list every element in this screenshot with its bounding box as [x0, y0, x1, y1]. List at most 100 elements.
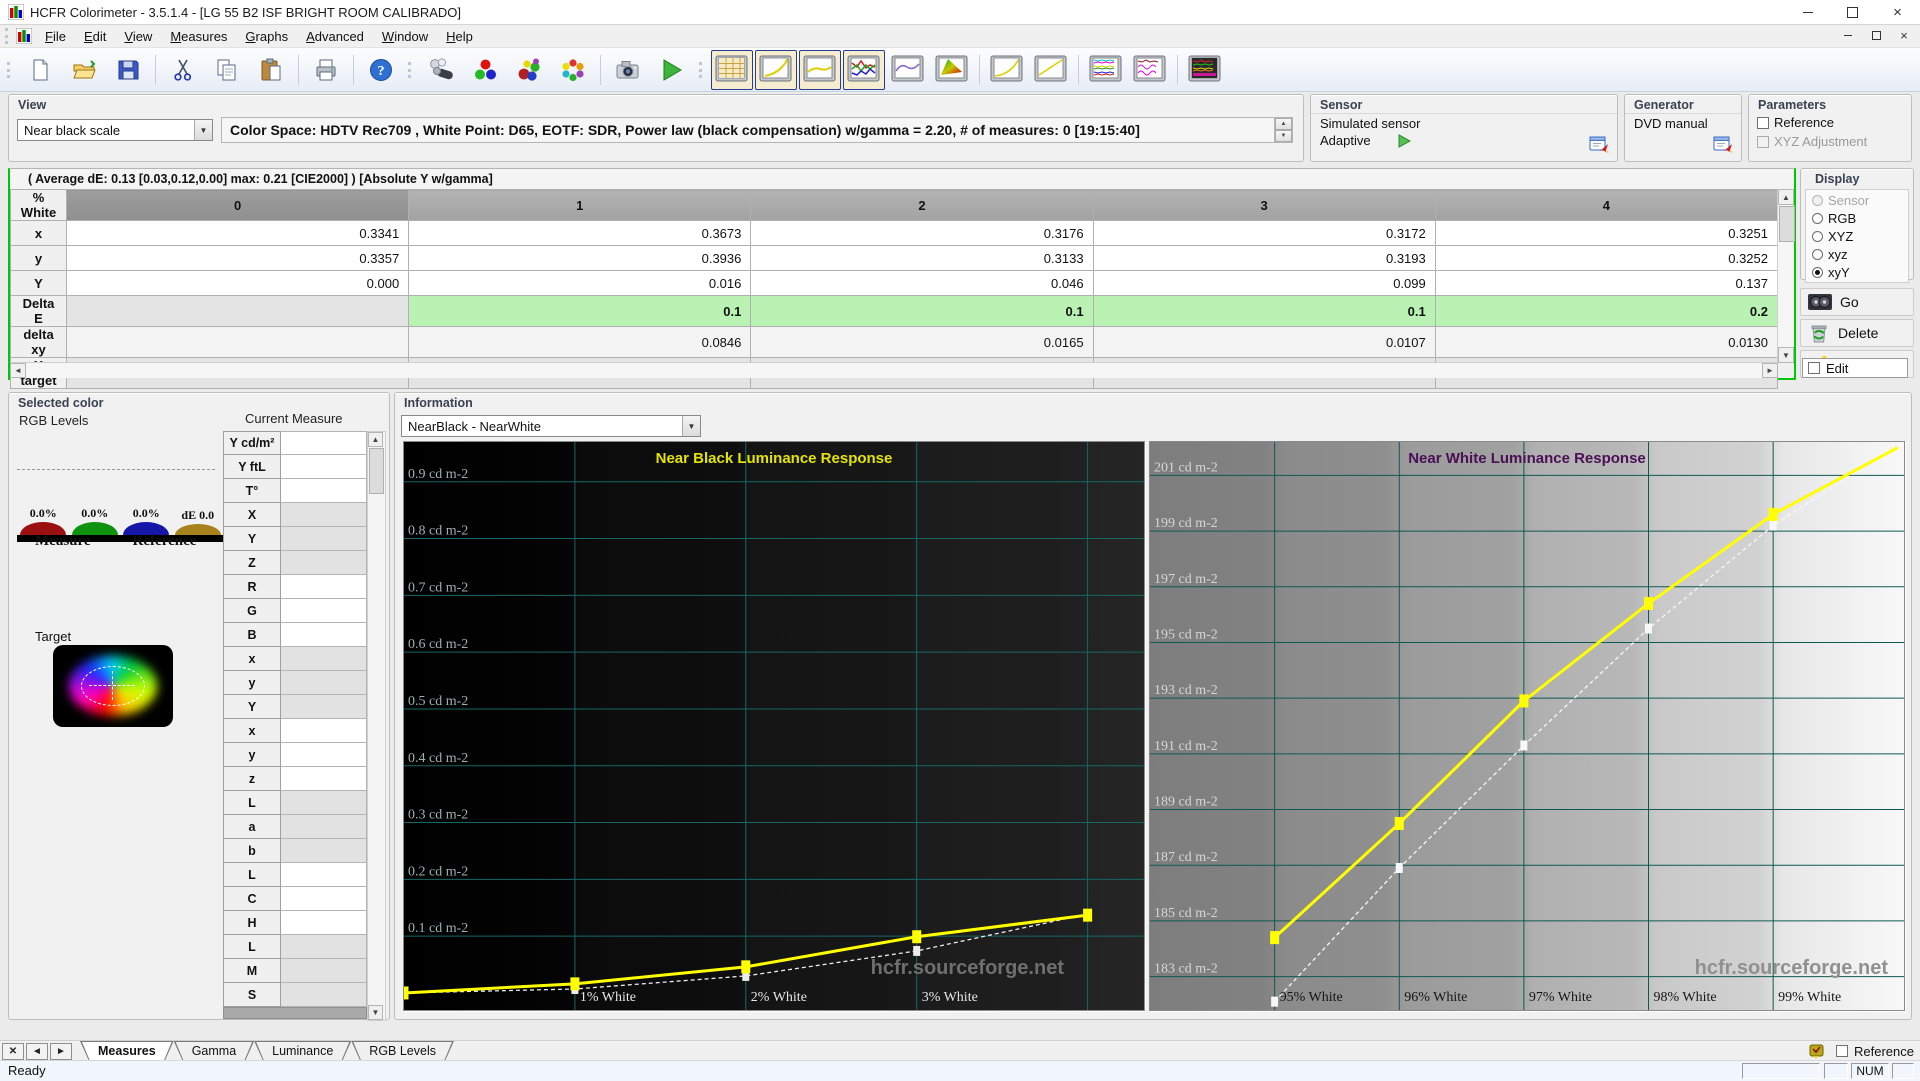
measures-column-header-3[interactable]: 3 [1092, 189, 1436, 221]
measure-cell[interactable]: 0.016 [408, 270, 752, 296]
measure-row-value[interactable] [281, 887, 367, 911]
measure-cell[interactable]: 0.2 [1434, 295, 1779, 327]
measures-horizontal-scrollbar[interactable]: ◄ ► [10, 362, 1778, 378]
menu-item-help[interactable]: Help [437, 27, 482, 46]
tab-close-button[interactable]: ✕ [2, 1042, 24, 1060]
toolbar-button-about-icon[interactable]: ? [360, 50, 402, 90]
measure-cell[interactable]: 0.3341 [65, 220, 410, 246]
toolbar-button-new-file-icon[interactable] [19, 50, 61, 90]
tab-measures[interactable]: Measures [80, 1041, 174, 1061]
sensor-config-icon[interactable] [1589, 135, 1611, 157]
mdi-restore-button[interactable] [1868, 28, 1884, 42]
toolbar-grip[interactable] [699, 61, 705, 78]
toolbar-button-play-icon[interactable] [651, 50, 693, 90]
toolbar-button-monitor-dark-icon[interactable] [1184, 50, 1226, 90]
measure-cell[interactable]: 0.3193 [1092, 245, 1436, 271]
scroll-right-icon[interactable]: ► [1762, 363, 1778, 378]
measure-row-value[interactable] [281, 815, 367, 839]
toolbar-grip[interactable] [408, 61, 414, 78]
toolbar-button-save-icon[interactable] [107, 50, 149, 90]
tab-prev-button[interactable]: ◄ [26, 1042, 48, 1060]
measure-cell[interactable] [65, 326, 410, 358]
toolbar-button-monitor-nearblack-icon[interactable] [799, 49, 841, 90]
measure-row-value[interactable] [281, 983, 367, 1007]
radio-icon[interactable] [1812, 248, 1823, 260]
measure-row-value[interactable] [281, 623, 367, 647]
radio-icon[interactable] [1812, 230, 1823, 242]
measure-cell[interactable]: 0.137 [1434, 270, 1779, 296]
sensor-run-icon[interactable] [1397, 133, 1411, 148]
mdi-child-icon[interactable] [16, 28, 32, 44]
scroll-down-icon[interactable]: ▼ [1778, 347, 1794, 363]
toolbar-button-copy-icon[interactable] [206, 50, 248, 90]
measure-cell[interactable]: 0.3251 [1434, 220, 1779, 246]
toolbar-button-monitor-purple-icon[interactable] [887, 50, 929, 90]
radio-icon[interactable] [1812, 266, 1823, 278]
toolbar-button-probe-icon[interactable] [420, 50, 462, 90]
display-radio-xyz[interactable]: XYZ [1808, 227, 1906, 245]
measure-row-value[interactable] [281, 743, 367, 767]
menu-item-edit[interactable]: Edit [75, 27, 115, 46]
measure-cell[interactable]: 0.3252 [1434, 245, 1779, 271]
toolbar-button-color-ring-icon[interactable] [552, 50, 594, 90]
measure-cell[interactable]: 0.1 [750, 295, 1094, 327]
measure-cell[interactable]: 0.046 [750, 270, 1094, 296]
measure-row-value[interactable] [281, 767, 367, 791]
tab-next-button[interactable]: ► [50, 1042, 72, 1060]
maximize-button[interactable] [1830, 0, 1875, 24]
mdi-minimize-button[interactable] [1840, 28, 1856, 42]
checkbox-box[interactable] [1757, 116, 1769, 129]
measure-row-value[interactable] [281, 695, 367, 719]
measure-cell[interactable]: 0.3936 [408, 245, 752, 271]
current-measure-scrollbar[interactable]: ▲ ▼ [367, 431, 386, 1021]
measure-row-value[interactable] [281, 551, 367, 575]
toolbar-button-monitor-table-icon[interactable] [711, 49, 753, 90]
measure-cell[interactable]: 0.000 [65, 270, 410, 296]
measure-row-value[interactable] [281, 911, 367, 935]
measures-column-header-0[interactable]: 0 [65, 189, 410, 221]
close-button[interactable]: × [1875, 0, 1920, 24]
chevron-down-icon[interactable]: ▼ [682, 416, 700, 436]
measure-cell[interactable] [65, 295, 410, 327]
display-radio-rgb[interactable]: RGB [1808, 209, 1906, 227]
measures-column-header-1[interactable]: 1 [408, 189, 752, 221]
toolbar-button-monitor-yellow-line-icon[interactable] [1030, 50, 1072, 90]
edit-checkbox-box[interactable] [1808, 362, 1820, 374]
menu-item-measures[interactable]: Measures [161, 27, 236, 46]
chevron-down-icon[interactable]: ▼ [194, 120, 212, 140]
toolbar-button-print-icon[interactable] [305, 50, 347, 90]
measure-cell[interactable]: 0.3133 [750, 245, 1094, 271]
scroll-down-icon[interactable]: ▼ [368, 1005, 383, 1020]
measure-cell[interactable]: 0.0107 [1092, 326, 1436, 358]
toolbar-grip[interactable] [7, 61, 13, 78]
measure-row-value[interactable] [281, 527, 367, 551]
status-reference-box[interactable] [1836, 1045, 1849, 1057]
scroll-up-icon[interactable]: ▲ [1778, 189, 1794, 205]
generator-config-icon[interactable] [1713, 135, 1735, 157]
measure-spinner[interactable]: ▲ ▼ [1274, 118, 1292, 142]
measure-row-value[interactable] [281, 455, 367, 479]
toolbar-button-paste-icon[interactable] [250, 50, 292, 90]
delete-button[interactable]: Delete [1800, 319, 1914, 347]
measure-cell[interactable]: 0.3176 [750, 220, 1094, 246]
menu-item-graphs[interactable]: Graphs [236, 27, 297, 46]
toolbar-button-monitor-rgb-icon[interactable] [843, 49, 885, 90]
toolbar-button-monitor-yellow-curve-icon[interactable] [986, 50, 1028, 90]
scroll-up-icon[interactable]: ▲ [368, 432, 383, 447]
toolbar-button-monitor-magenta-icon[interactable] [1129, 50, 1171, 90]
parameters-checkbox-reference[interactable]: Reference [1749, 113, 1911, 132]
measure-cell[interactable]: 0.3673 [408, 220, 752, 246]
measures-column-header-4[interactable]: 4 [1434, 189, 1779, 221]
toolbar-button-open-folder-icon[interactable] [63, 50, 105, 90]
scroll-left-icon[interactable]: ◄ [10, 363, 26, 378]
display-radio-xyz[interactable]: xyz [1808, 245, 1906, 263]
toolbar-button-monitor-gamma-icon[interactable] [755, 49, 797, 90]
measure-cell[interactable]: 0.099 [1092, 270, 1436, 296]
measure-row-value[interactable] [281, 647, 367, 671]
toolbar-button-monitor-multilines-icon[interactable] [1085, 50, 1127, 90]
toolbar-button-color-balls-icon[interactable] [508, 50, 550, 90]
measure-row-value[interactable] [281, 479, 367, 503]
measure-row-value[interactable] [281, 575, 367, 599]
edit-checkbox[interactable]: Edit [1802, 358, 1908, 378]
measure-cell[interactable]: 0.1 [408, 295, 752, 327]
